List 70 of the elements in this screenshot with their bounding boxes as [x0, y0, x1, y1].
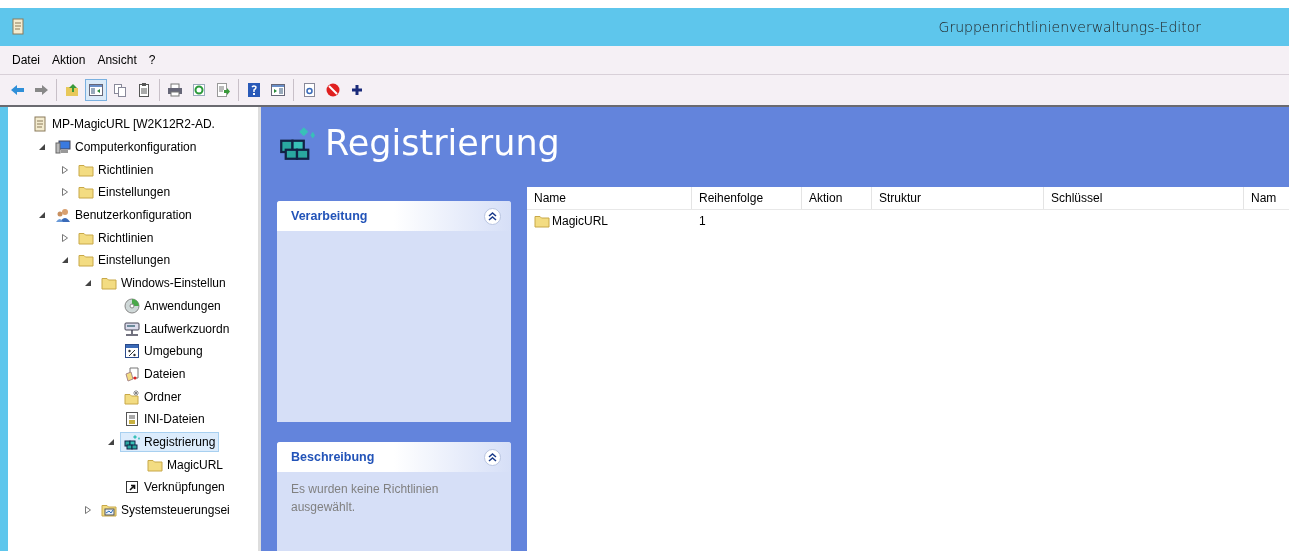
- tree-item[interactable]: Laufwerkzuordn: [120, 318, 234, 339]
- menu-item[interactable]: ?: [142, 51, 162, 69]
- folder-icon: [101, 275, 117, 292]
- shortcut-icon: [124, 479, 140, 496]
- drive-icon: [124, 320, 140, 337]
- column-header[interactable]: Reihenfolge: [692, 187, 802, 209]
- card-title: Verarbeitung: [291, 209, 368, 223]
- users-icon: [55, 207, 71, 224]
- table-cell-text: 1: [698, 214, 707, 228]
- tree-item[interactable]: INI-Dateien: [120, 409, 209, 430]
- folder-icon: [78, 252, 94, 269]
- up-icon: [64, 82, 80, 98]
- column-header[interactable]: Schlüssel: [1044, 187, 1244, 209]
- folder-icon: [534, 213, 550, 229]
- menu-item[interactable]: Ansicht: [91, 51, 143, 69]
- expanded-arrow-icon[interactable]: [83, 278, 93, 289]
- table-cell: MagicURL: [527, 213, 692, 229]
- tree-item[interactable]: Ordner: [120, 386, 186, 407]
- description-text: Es wurden keine Richtlinien ausgewählt.: [290, 481, 440, 516]
- collapsed-arrow-icon[interactable]: [60, 232, 70, 243]
- tree-item[interactable]: MP-MagicURL [W2K12R2-AD.: [28, 114, 219, 135]
- add-icon: [349, 82, 365, 98]
- folder-icon: [78, 184, 94, 201]
- window-title: Gruppenrichtlinienverwaltungs-Editor: [938, 19, 1201, 35]
- files-icon: [124, 365, 140, 382]
- collapsed-arrow-icon[interactable]: [60, 164, 70, 175]
- column-header[interactable]: Aktion: [802, 187, 872, 209]
- column-header[interactable]: Nam: [1244, 187, 1289, 209]
- tree-item[interactable]: Benutzerkonfiguration: [51, 205, 196, 226]
- tree-item[interactable]: Windows-Einstellun: [97, 273, 230, 294]
- tree-item[interactable]: Anwendungen: [120, 295, 225, 316]
- copy-icon: [112, 82, 128, 98]
- newfolder-icon: [124, 388, 140, 405]
- collapsed-arrow-icon[interactable]: [60, 187, 70, 198]
- print-icon: [167, 82, 183, 98]
- tree-item[interactable]: Einstellungen: [74, 182, 175, 203]
- cubes-icon: [279, 125, 315, 161]
- toolbar-button[interactable]: [85, 79, 107, 101]
- menu-item[interactable]: Aktion: [46, 51, 92, 69]
- disc-icon: [124, 297, 140, 314]
- tree-item[interactable]: Richtlinien: [74, 159, 158, 180]
- collapse-icon[interactable]: [484, 207, 501, 225]
- tree-item[interactable]: Umgebung: [120, 341, 207, 362]
- tree-item[interactable]: Richtlinien: [74, 227, 158, 248]
- tree-item[interactable]: Verknüpfungen: [120, 477, 229, 498]
- card-title: Beschreibung: [291, 450, 375, 464]
- collapsed-arrow-icon[interactable]: [83, 505, 93, 516]
- refresh-icon: [191, 82, 207, 98]
- tree-item[interactable]: Einstellungen: [74, 250, 175, 271]
- scroll-icon: [10, 18, 26, 36]
- forward-icon: [33, 82, 49, 98]
- tree-item[interactable]: MagicURL: [143, 454, 227, 475]
- column-header[interactable]: Name: [527, 187, 692, 209]
- menu-item[interactable]: Datei: [6, 51, 46, 69]
- paste-icon: [136, 82, 152, 98]
- section-title: Registrierung: [325, 123, 560, 163]
- tree-item[interactable]: Systemsteuerungsei: [97, 500, 234, 521]
- stop-icon: [325, 82, 341, 98]
- back-icon: [9, 82, 25, 98]
- expanded-arrow-icon[interactable]: [60, 255, 70, 266]
- help-icon: [246, 82, 262, 98]
- export-icon: [215, 82, 231, 98]
- computer-icon: [55, 139, 71, 156]
- collapse-icon[interactable]: [484, 448, 501, 466]
- expanded-arrow-icon[interactable]: [37, 142, 47, 153]
- expanded-arrow-icon[interactable]: [37, 210, 47, 221]
- tree-item[interactable]: Registrierung: [120, 431, 220, 452]
- tree-item[interactable]: Dateien: [120, 363, 190, 384]
- tree-item[interactable]: Computerkonfiguration: [51, 137, 201, 158]
- column-header[interactable]: Struktur: [872, 187, 1044, 209]
